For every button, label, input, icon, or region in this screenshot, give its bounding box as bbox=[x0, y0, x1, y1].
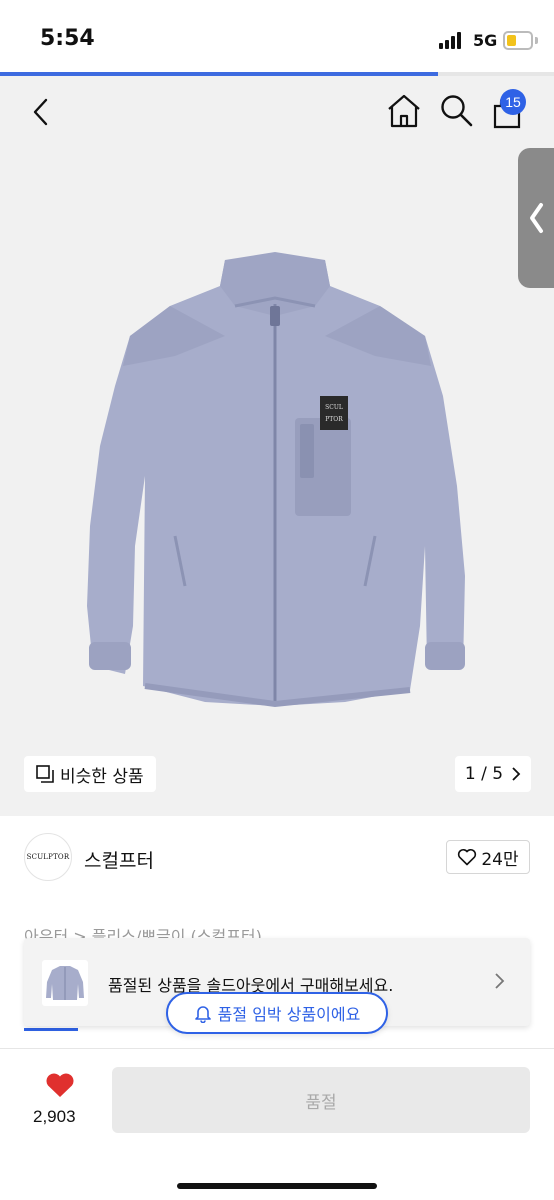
side-panel-tab[interactable] bbox=[518, 148, 554, 288]
home-indicator bbox=[177, 1183, 377, 1189]
status-time: 5:54 bbox=[40, 26, 95, 51]
product-like-count: 2,903 bbox=[33, 1107, 76, 1126]
category-breadcrumb[interactable]: 아우터 > 플리스/뽀글이 (스컬프터) bbox=[24, 920, 262, 940]
cellular-signal-icon bbox=[439, 31, 465, 49]
buy-button[interactable]: 품절 bbox=[112, 1067, 530, 1133]
product-gallery[interactable]: 15 SCUL PTOR 비슷한 상품 1 / 5 bbox=[0, 76, 554, 816]
side-tab-chevron-icon bbox=[530, 203, 543, 233]
active-tab-indicator bbox=[24, 1028, 78, 1031]
brand-name[interactable]: 스컬프터 bbox=[84, 846, 154, 873]
battery-icon bbox=[503, 31, 533, 50]
jacket-label-line-2: PTOR bbox=[325, 416, 343, 423]
heart-outline-icon bbox=[458, 848, 477, 866]
chevron-right-icon bbox=[495, 973, 505, 989]
cart-count-badge: 15 bbox=[500, 89, 526, 115]
low-stock-label: 품절 임박 상품이에요 bbox=[217, 1005, 361, 1024]
search-icon[interactable] bbox=[438, 92, 474, 128]
brand-logo-text: SCULPTOR bbox=[26, 853, 70, 861]
brand-like-button[interactable]: 24만 bbox=[446, 840, 530, 874]
bottom-action-bar: 2,903 품절 bbox=[0, 1048, 554, 1200]
product-image[interactable]: SCUL PTOR bbox=[75, 246, 475, 726]
similar-products-button[interactable]: 비슷한 상품 bbox=[24, 756, 156, 792]
jacket-label-line-1: SCUL bbox=[325, 404, 343, 411]
brand-like-count: 24만 bbox=[481, 849, 519, 870]
soldout-thumbnail-image bbox=[46, 966, 84, 1000]
similar-icon bbox=[36, 765, 54, 783]
home-icon[interactable] bbox=[385, 92, 423, 130]
back-icon[interactable] bbox=[24, 94, 60, 130]
image-pager[interactable]: 1 / 5 bbox=[455, 756, 531, 792]
bell-icon bbox=[194, 1006, 211, 1023]
buy-button-label: 품절 bbox=[305, 1092, 337, 1113]
soldout-thumbnail bbox=[42, 960, 88, 1006]
network-type: 5G bbox=[473, 31, 498, 50]
similar-products-label: 비슷한 상품 bbox=[60, 766, 144, 787]
chevron-right-icon bbox=[512, 767, 521, 781]
image-pager-count: 1 / 5 bbox=[464, 764, 504, 784]
status-bar: 5:54 5G bbox=[0, 0, 554, 76]
low-stock-pill[interactable]: 품절 임박 상품이에요 bbox=[166, 992, 388, 1034]
heart-filled-icon[interactable] bbox=[44, 1071, 76, 1099]
brand-logo[interactable]: SCULPTOR bbox=[24, 833, 72, 881]
brand-row[interactable]: SCULPTOR 스컬프터 24만 bbox=[0, 816, 554, 900]
